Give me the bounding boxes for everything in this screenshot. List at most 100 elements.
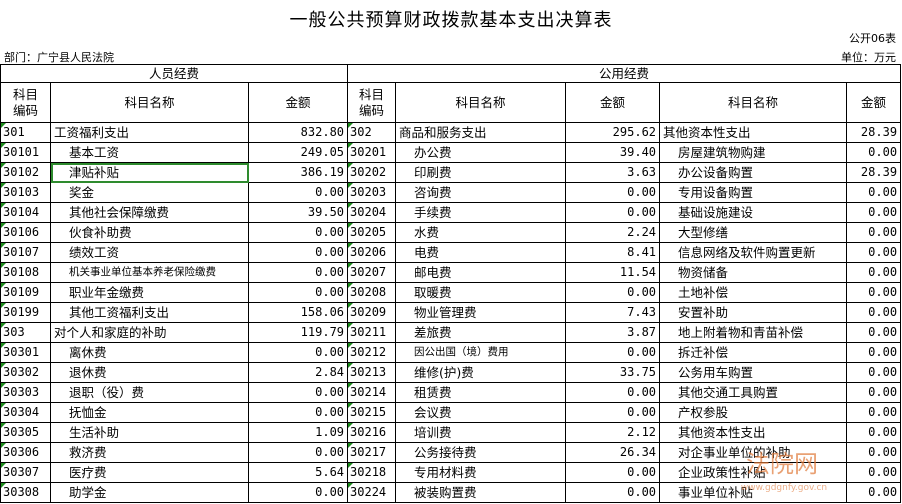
row-amount[interactable]: 0.00 bbox=[247, 382, 349, 403]
row-code[interactable]: 30205 bbox=[347, 222, 397, 243]
row-amount[interactable]: 0.00 bbox=[846, 222, 902, 243]
row-code[interactable]: 301 bbox=[0, 122, 51, 143]
row-name[interactable]: 退休费 bbox=[50, 362, 249, 383]
row-code[interactable]: 30108 bbox=[0, 262, 51, 283]
row-name[interactable]: 专用设备购置 bbox=[659, 182, 848, 203]
row-name[interactable]: 伙食补助费 bbox=[50, 222, 249, 243]
row-name[interactable]: 咨询费 bbox=[395, 182, 567, 203]
row-amount[interactable]: 832.80 bbox=[247, 122, 349, 143]
row-name[interactable]: 事业单位补贴 bbox=[659, 482, 848, 503]
row-name[interactable]: 专用材料费 bbox=[395, 462, 567, 483]
row-code[interactable]: 30305 bbox=[0, 422, 51, 443]
row-code[interactable]: 30215 bbox=[347, 402, 397, 423]
row-name[interactable]: 其他工资福利支出 bbox=[50, 302, 249, 323]
row-name[interactable]: 因公出国（境）费用 bbox=[395, 342, 567, 363]
row-amount[interactable]: 0.00 bbox=[846, 482, 902, 503]
row-name[interactable]: 土地补偿 bbox=[659, 282, 848, 303]
row-code[interactable]: 30204 bbox=[347, 202, 397, 223]
row-amount[interactable]: 0.00 bbox=[846, 182, 902, 203]
row-code[interactable]: 30214 bbox=[347, 382, 397, 403]
row-amount[interactable]: 0.00 bbox=[846, 382, 902, 403]
row-amount[interactable]: 0.00 bbox=[846, 202, 902, 223]
row-name[interactable]: 职业年金缴费 bbox=[50, 282, 249, 303]
row-amount[interactable]: 0.00 bbox=[565, 202, 661, 223]
row-code[interactable]: 30303 bbox=[0, 382, 51, 403]
row-name[interactable]: 公务用车购置 bbox=[659, 362, 848, 383]
row-amount[interactable]: 0.00 bbox=[247, 282, 349, 303]
row-name[interactable]: 企业政策性补贴 bbox=[659, 462, 848, 483]
row-name[interactable]: 公务接待费 bbox=[395, 442, 567, 463]
row-amount[interactable]: 0.00 bbox=[846, 302, 902, 323]
row-name[interactable]: 抚恤金 bbox=[50, 402, 249, 423]
row-amount[interactable]: 0.00 bbox=[247, 402, 349, 423]
row-code[interactable]: 30201 bbox=[347, 142, 397, 163]
row-amount[interactable]: 33.75 bbox=[565, 362, 661, 383]
row-amount[interactable]: 39.50 bbox=[247, 202, 349, 223]
row-amount[interactable]: 0.00 bbox=[846, 242, 902, 263]
row-amount[interactable]: 0.00 bbox=[846, 422, 902, 443]
row-name[interactable]: 印刷费 bbox=[395, 162, 567, 183]
row-name[interactable]: 津贴补贴 bbox=[50, 162, 249, 183]
row-amount[interactable]: 3.63 bbox=[565, 162, 661, 183]
row-amount[interactable]: 0.00 bbox=[846, 362, 902, 383]
row-amount[interactable]: 0.00 bbox=[247, 262, 349, 283]
row-code[interactable]: 30224 bbox=[347, 482, 397, 503]
row-amount[interactable]: 1.09 bbox=[247, 422, 349, 443]
row-amount[interactable]: 11.54 bbox=[565, 262, 661, 283]
row-name[interactable]: 离休费 bbox=[50, 342, 249, 363]
row-code[interactable]: 30217 bbox=[347, 442, 397, 463]
row-name[interactable]: 电费 bbox=[395, 242, 567, 263]
row-amount[interactable]: 28.39 bbox=[846, 162, 902, 183]
row-amount[interactable]: 0.00 bbox=[247, 242, 349, 263]
row-code[interactable]: 30209 bbox=[347, 302, 397, 323]
row-amount[interactable]: 0.00 bbox=[846, 262, 902, 283]
row-name[interactable]: 对个人和家庭的补助 bbox=[50, 322, 249, 343]
row-amount[interactable]: 0.00 bbox=[565, 462, 661, 483]
row-name[interactable]: 安置补助 bbox=[659, 302, 848, 323]
row-amount[interactable]: 8.41 bbox=[565, 242, 661, 263]
row-code[interactable]: 30216 bbox=[347, 422, 397, 443]
row-amount[interactable]: 0.00 bbox=[247, 442, 349, 463]
row-name[interactable]: 地上附着物和青苗补偿 bbox=[659, 322, 848, 343]
row-amount[interactable]: 0.00 bbox=[846, 342, 902, 363]
row-amount[interactable]: 158.06 bbox=[247, 302, 349, 323]
row-amount[interactable]: 0.00 bbox=[846, 462, 902, 483]
row-amount[interactable]: 249.05 bbox=[247, 142, 349, 163]
row-code[interactable]: 30218 bbox=[347, 462, 397, 483]
row-name[interactable]: 会议费 bbox=[395, 402, 567, 423]
row-name[interactable]: 基础设施建设 bbox=[659, 202, 848, 223]
row-code[interactable]: 30208 bbox=[347, 282, 397, 303]
row-amount[interactable]: 0.00 bbox=[846, 142, 902, 163]
row-code[interactable]: 30302 bbox=[0, 362, 51, 383]
row-code[interactable]: 30109 bbox=[0, 282, 51, 303]
row-name[interactable]: 被装购置费 bbox=[395, 482, 567, 503]
row-amount[interactable]: 2.84 bbox=[247, 362, 349, 383]
row-name[interactable]: 办公设备购置 bbox=[659, 162, 848, 183]
row-amount[interactable]: 39.40 bbox=[565, 142, 661, 163]
row-code[interactable]: 30207 bbox=[347, 262, 397, 283]
row-amount[interactable]: 2.12 bbox=[565, 422, 661, 443]
row-amount[interactable]: 386.19 bbox=[247, 162, 349, 183]
row-amount[interactable]: 3.87 bbox=[565, 322, 661, 343]
row-amount[interactable]: 0.00 bbox=[247, 222, 349, 243]
row-name[interactable]: 产权参股 bbox=[659, 402, 848, 423]
row-name[interactable]: 物资储备 bbox=[659, 262, 848, 283]
row-code[interactable]: 30203 bbox=[347, 182, 397, 203]
row-amount[interactable]: 0.00 bbox=[565, 282, 661, 303]
row-amount[interactable]: 0.00 bbox=[846, 282, 902, 303]
row-amount[interactable]: 0.00 bbox=[846, 442, 902, 463]
row-amount[interactable]: 0.00 bbox=[565, 342, 661, 363]
row-amount[interactable]: 0.00 bbox=[247, 342, 349, 363]
row-code[interactable]: 30307 bbox=[0, 462, 51, 483]
row-name[interactable]: 差旅费 bbox=[395, 322, 567, 343]
row-name[interactable]: 办公费 bbox=[395, 142, 567, 163]
row-code[interactable]: 30306 bbox=[0, 442, 51, 463]
row-code[interactable]: 30213 bbox=[347, 362, 397, 383]
row-name[interactable]: 大型修缮 bbox=[659, 222, 848, 243]
row-name[interactable]: 对企事业单位的补助 bbox=[659, 442, 848, 463]
row-name[interactable]: 物业管理费 bbox=[395, 302, 567, 323]
row-name[interactable]: 机关事业单位基本养老保险缴费 bbox=[50, 262, 249, 283]
row-code[interactable]: 30102 bbox=[0, 162, 51, 183]
row-code[interactable]: 30104 bbox=[0, 202, 51, 223]
row-name[interactable]: 房屋建筑物购建 bbox=[659, 142, 848, 163]
